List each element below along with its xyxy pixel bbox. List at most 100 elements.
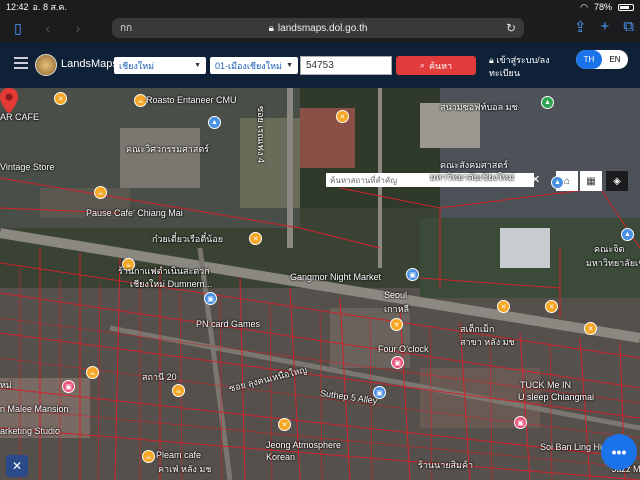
shopping-pin-icon[interactable]: ▣: [406, 268, 419, 281]
language-toggle[interactable]: TH EN: [576, 50, 628, 69]
food-pin-icon[interactable]: ✕: [545, 300, 558, 313]
address-bar[interactable]: กก 🔒︎ landsmaps.dol.go.th ↻: [112, 18, 524, 38]
login-label: เข้าสู่ระบบ/ลงทะเบียน: [489, 55, 550, 78]
chevron-down-icon: ▼: [194, 62, 201, 69]
search-button-label: ค้นหา: [428, 60, 453, 71]
map-label: AR CAFE: [0, 112, 40, 122]
forward-icon[interactable]: ›: [68, 18, 88, 38]
battery-percent: 78%: [593, 2, 612, 12]
tab-title: กก: [120, 22, 133, 34]
lock-icon: 🔒︎: [268, 22, 274, 34]
cafe-pin-icon[interactable]: ☕︎: [94, 186, 107, 199]
map-label: Jeong Atmosphere: [266, 440, 342, 450]
food-pin-icon[interactable]: ✕: [584, 322, 597, 335]
map-label: Korean: [266, 452, 296, 462]
parcel-number-value: 54753: [306, 60, 334, 71]
province-select[interactable]: เชียงใหม่ ▼: [114, 57, 206, 74]
map-label: ซอย เรณเฟง 4: [256, 106, 266, 163]
map-label: Seoul: [384, 290, 408, 300]
map-label: n Malee Mansion: [0, 404, 69, 414]
search-icon: ⌕: [419, 60, 425, 70]
map-label: คณะจิต: [594, 244, 625, 254]
ios-status-bar: 12:42 อ. 8 ส.ค. ◠ 78%: [0, 0, 640, 14]
new-tab-icon[interactable]: +: [601, 18, 610, 36]
layers-icon[interactable]: ◈: [606, 171, 628, 191]
satellite-map[interactable]: ค้นหาสถานที่สำคัญ ✕ ⌂ ▦ ◈ ☕︎ ✕ ✕ ▲ ☕︎ ✕ …: [0, 88, 640, 480]
food-pin-icon[interactable]: ✕: [54, 92, 67, 105]
cafe-pin-icon[interactable]: ☕︎: [172, 384, 185, 397]
dol-logo: [35, 54, 57, 76]
landmark-search-placeholder: ค้นหาสถานที่สำคัญ: [330, 175, 398, 185]
shopping-pin-icon[interactable]: ▣: [62, 380, 75, 393]
reload-icon[interactable]: ↻: [506, 21, 516, 35]
map-label: Roasto Entaneer CMU: [146, 95, 237, 105]
map-label: Pleam cafe: [156, 450, 202, 460]
map-label: มหาวิทยาลัยเชียงใหม่: [430, 172, 515, 182]
shopping-pin-icon[interactable]: ▣: [204, 292, 217, 305]
map-label: arketing Studio: [0, 426, 61, 436]
share-icon[interactable]: ⇪: [574, 18, 587, 36]
food-pin-icon[interactable]: ✕: [249, 232, 262, 245]
tabs-icon[interactable]: ⧉: [623, 18, 634, 36]
url-text: landsmaps.dol.go.th: [277, 22, 368, 34]
menu-icon[interactable]: [14, 57, 28, 69]
map-label: สนามซอฟท์บอล มช: [440, 102, 518, 112]
map-label: มหาวิทยาลัยเชีย: [586, 258, 640, 268]
battery-icon: [618, 3, 634, 11]
map-label: Vintage Store: [0, 162, 55, 172]
map-label: PN card Games: [196, 319, 261, 329]
map-label: U sleep Chiangmai: [518, 392, 595, 402]
cafe-pin-icon[interactable]: ☕︎: [86, 366, 99, 379]
status-time: 12:42: [6, 2, 29, 12]
selected-location-pin-icon[interactable]: [0, 88, 18, 114]
browser-toolbar: ▯ ‹ › กก 🔒︎ landsmaps.dol.go.th ↻ ⇪ + ⧉: [0, 14, 640, 42]
map-label: สถานี 20: [142, 372, 177, 382]
map-label: TUCK Me IN: [520, 380, 572, 390]
search-button[interactable]: ⌕ ค้นหา: [396, 56, 476, 75]
map-label: คาเฟ่ หลัง มช: [158, 464, 212, 474]
province-value: เชียงใหม่: [119, 60, 155, 71]
shopping-pin-icon[interactable]: ▣: [391, 356, 404, 369]
app-name: LandsMaps: [61, 58, 118, 70]
chevron-down-icon: ▼: [286, 62, 293, 69]
user-lock-icon: 🔒︎: [489, 55, 494, 65]
map-label: เชียงใหม่ Dumnern...: [130, 279, 213, 289]
map-label: สเต็กเม็ก: [460, 324, 495, 334]
food-pin-icon[interactable]: ✕: [497, 300, 510, 313]
district-select[interactable]: 01-เมืองเชียงใหม่ ▼: [210, 57, 298, 74]
map-imagery: [0, 88, 640, 480]
map-label: คณะวิศวกรรมศาสตร์: [126, 144, 210, 154]
lodging-pin-icon[interactable]: ▣: [514, 416, 527, 429]
district-value: 01-เมืองเชียงใหม่: [215, 60, 282, 71]
lang-en-option[interactable]: EN: [602, 50, 628, 69]
map-label: สาขา หลัง มช: [460, 337, 515, 347]
map-label: เกาหลี: [384, 304, 410, 314]
food-pin-icon[interactable]: ✕: [336, 110, 349, 123]
sidebar-icon[interactable]: ▯: [8, 18, 28, 38]
map-label: ร้านนายสิมค้า: [418, 460, 474, 470]
more-options-button[interactable]: •••: [601, 434, 637, 470]
app-header: LandsMaps เชียงใหม่ ▼ 01-เมืองเชียงใหม่ …: [0, 42, 640, 88]
parcel-number-input[interactable]: 54753: [300, 56, 392, 75]
close-icon[interactable]: ✕: [531, 173, 540, 186]
school-pin-icon[interactable]: ▲: [208, 116, 221, 129]
back-icon[interactable]: ‹: [38, 18, 58, 38]
map-label: Gangmor Night Market: [290, 272, 382, 282]
park-pin-icon[interactable]: ▲: [541, 96, 554, 109]
lang-th-option[interactable]: TH: [576, 50, 602, 69]
map-label: ร้านกาแฟดำเนินสะดวก: [118, 266, 210, 276]
login-link[interactable]: 🔒︎ เข้าสู่ระบบ/ลงทะเบียน: [489, 54, 564, 80]
map-label: Soi Ban Ling Hi: [540, 442, 603, 452]
grid-icon[interactable]: ▦: [580, 171, 602, 191]
school-pin-icon[interactable]: ▲: [621, 228, 634, 241]
tools-icon[interactable]: ✕: [6, 455, 28, 477]
map-label: ก๋วยเตี๋ยวเรือตี๋น้อย: [152, 234, 224, 244]
status-date: อ. 8 ส.ค.: [32, 2, 67, 12]
wifi-icon: ◠: [580, 1, 588, 12]
food-pin-icon[interactable]: ✕: [278, 418, 291, 431]
map-label: Four O’clock: [378, 344, 429, 354]
school-pin-icon[interactable]: ▲: [551, 176, 564, 189]
food-pin-icon[interactable]: ✕: [390, 318, 403, 331]
map-label: หม่: [0, 380, 12, 390]
cafe-pin-icon[interactable]: ☕︎: [142, 450, 155, 463]
